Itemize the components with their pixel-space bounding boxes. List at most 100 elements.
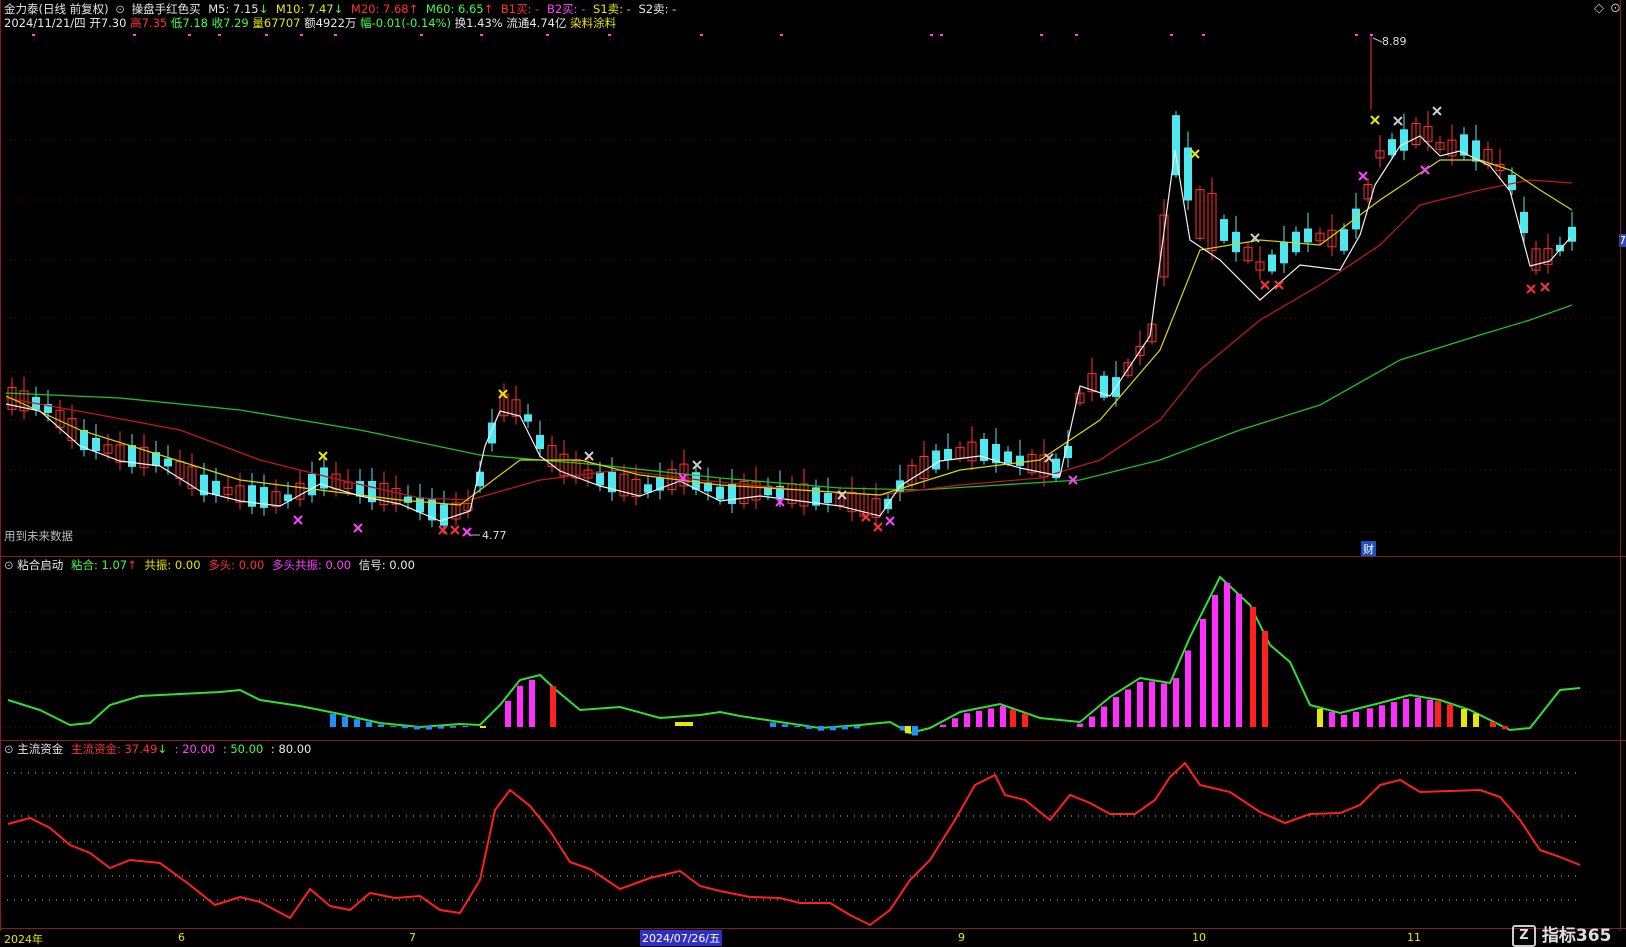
signal-cross-icon xyxy=(1274,280,1284,290)
chevron-down-icon[interactable]: ⊙ xyxy=(115,2,125,16)
bond-bar xyxy=(1224,582,1230,727)
candle-down xyxy=(1400,129,1408,151)
info-volume: 量67707 xyxy=(252,16,301,30)
candle-down xyxy=(596,471,604,486)
info-sector[interactable]: 染料涂料 xyxy=(570,16,616,30)
top-marker-dot xyxy=(420,34,423,36)
panel3-dot-icon[interactable]: ⊙ xyxy=(4,742,14,756)
bond-bar xyxy=(1317,708,1323,727)
bond-bar xyxy=(1212,595,1218,727)
signal-cross-icon xyxy=(318,451,328,461)
candle-down xyxy=(1292,231,1300,253)
candle-down xyxy=(128,445,136,467)
top-marker-dot xyxy=(218,34,221,36)
main-fund-chart[interactable] xyxy=(0,758,1626,928)
signal-cross-icon xyxy=(450,525,460,535)
candle-down xyxy=(536,434,544,450)
candle-down xyxy=(1220,219,1228,241)
bond-bar xyxy=(342,716,348,727)
candle-down xyxy=(1520,211,1528,234)
bond-bar xyxy=(1236,593,1242,727)
bond-bar xyxy=(390,726,396,727)
bond-bar xyxy=(976,710,982,727)
bond-bar xyxy=(1473,713,1479,727)
main-fund-line xyxy=(7,761,1581,927)
indicator-name[interactable]: 操盘手红色买 xyxy=(132,2,201,16)
low-price-label: 4.77 xyxy=(482,529,507,542)
candle-down xyxy=(1388,139,1396,156)
panel-divider-2 xyxy=(0,740,1626,741)
panel2-item-bond: 粘合: 1.07↑ xyxy=(70,558,137,572)
info-date: 2024/11/21/四 xyxy=(4,16,86,30)
bond-bar xyxy=(1173,678,1179,727)
candlestick-chart[interactable] xyxy=(0,31,1626,556)
candle-down xyxy=(944,448,952,461)
stock-title[interactable]: 金力泰(日线 前复权) xyxy=(4,2,109,16)
bond-bar xyxy=(1149,681,1155,727)
bond-bar xyxy=(480,726,486,728)
bond-indicator-chart[interactable] xyxy=(0,574,1626,739)
info-turnover: 换1.43% xyxy=(454,16,503,30)
top-marker-dot xyxy=(1075,34,1078,36)
bond-bar xyxy=(450,726,456,728)
signal-cross-icon xyxy=(873,522,883,532)
bond-bar xyxy=(964,713,970,727)
panel2-title[interactable]: 粘合启动 xyxy=(17,558,63,572)
candle-down xyxy=(440,504,448,526)
top-marker-dot xyxy=(188,34,191,36)
bond-bar xyxy=(517,685,523,727)
candle-down xyxy=(164,458,172,467)
panel2-item-long: 多头: 0.00 xyxy=(208,558,265,572)
bond-bar xyxy=(1353,711,1359,727)
bond-bar xyxy=(1125,689,1131,727)
top-marker-dot xyxy=(1355,34,1358,36)
info-amount: 额4922万 xyxy=(304,16,357,30)
bond-bar xyxy=(402,726,408,729)
bond-bar xyxy=(550,686,556,727)
candle-down xyxy=(212,480,220,496)
bond-bar xyxy=(1101,706,1107,727)
signal-s2: S2卖: - xyxy=(638,2,677,16)
signal-b2: B2买: - xyxy=(546,2,586,16)
date-axis: 2024年 6 7 2024/07/26/五 9 10 11 Z 指标365 xyxy=(0,925,1626,947)
bond-bar xyxy=(1490,722,1496,727)
finance-badge[interactable]: 财 xyxy=(1361,541,1376,557)
bond-bar xyxy=(1435,701,1441,727)
top-marker-dot xyxy=(334,34,337,36)
diamond-icon[interactable]: ◇ xyxy=(1594,1,1604,16)
top-marker-dot xyxy=(940,34,943,36)
bond-bar xyxy=(1250,607,1256,727)
date-label-9: 9 xyxy=(958,931,965,944)
panel2-item-long-resonance: 多头共振: 0.00 xyxy=(271,558,352,572)
panel2-dot-icon[interactable]: ⊙ xyxy=(4,558,14,572)
bond-bar xyxy=(1137,681,1143,727)
ma20-line xyxy=(5,179,1573,501)
candle-down xyxy=(308,473,316,496)
high-price-label: 8.89 xyxy=(1382,35,1407,48)
signal-cross-icon xyxy=(1420,165,1430,175)
date-label-year: 2024年 xyxy=(4,933,43,946)
bond-bar xyxy=(1391,702,1397,727)
signal-b1: B1买: - xyxy=(500,2,540,16)
bond-bar xyxy=(1447,704,1453,727)
bond-bar xyxy=(770,722,776,727)
bond-bar xyxy=(1262,631,1268,727)
panel3-item-50: : 50.00 xyxy=(222,742,264,756)
bond-bar xyxy=(912,726,918,736)
date-label-10: 10 xyxy=(1192,931,1206,944)
panel3-title[interactable]: 主流资金 xyxy=(17,742,63,756)
candle-down xyxy=(1184,147,1192,201)
top-marker-dot xyxy=(930,34,933,36)
info-high: 高7.35 xyxy=(130,16,168,30)
info-low: 低7.18 xyxy=(170,16,208,30)
bond-bar xyxy=(1161,683,1167,727)
candle-down xyxy=(1232,231,1240,253)
header-row-2: 2024/11/21/四 开7.30 高7.35 低7.18 收7.29 量67… xyxy=(4,16,616,30)
candle-down xyxy=(1304,228,1312,243)
signal-cross-icon xyxy=(462,527,472,537)
bond-bar xyxy=(794,726,800,728)
bond-bar xyxy=(1403,698,1409,727)
ma-m5: M5: 7.15↓ xyxy=(208,2,269,16)
info-change: 幅-0.01(-0.14%) xyxy=(360,16,451,30)
bond-bar xyxy=(1022,713,1028,727)
